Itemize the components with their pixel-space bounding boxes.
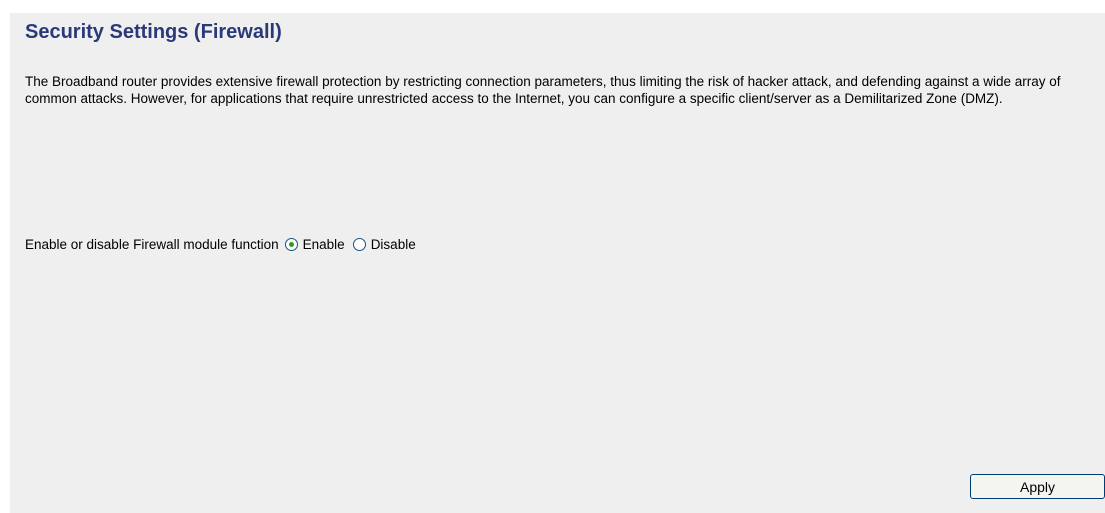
firewall-description: The Broadband router provides extensive … [25,74,1061,106]
enable-radio[interactable] [284,237,298,251]
firewall-radio-group: Enable Disable [284,237,424,252]
apply-button[interactable]: Apply [970,474,1105,499]
disable-radio[interactable] [352,237,366,251]
settings-panel: Security Settings (Firewall) The Broadba… [10,13,1105,513]
firewall-toggle-row: Enable or disable Firewall module functi… [25,233,424,255]
page-title: Security Settings (Firewall) [25,21,282,43]
disable-radio-label[interactable]: Disable [371,237,416,252]
firewall-toggle-label: Enable or disable Firewall module functi… [25,236,279,252]
enable-radio-label[interactable]: Enable [303,237,345,252]
radio-selected-dot [288,241,294,247]
